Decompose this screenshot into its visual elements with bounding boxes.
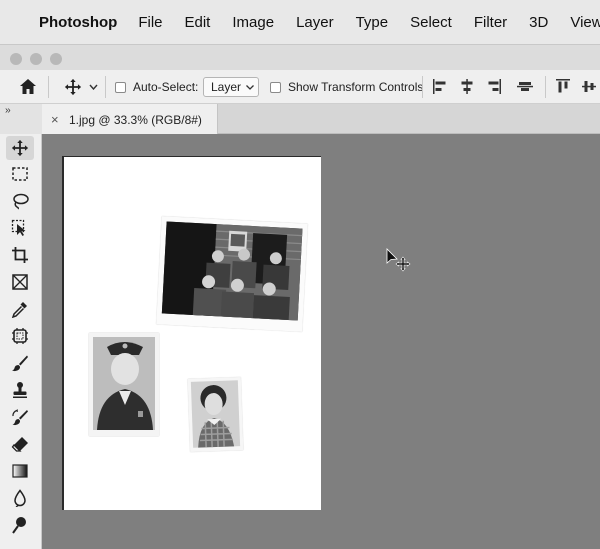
group-photo[interactable] [156, 216, 308, 332]
eyedropper-icon [11, 302, 27, 318]
divider [422, 76, 423, 98]
document-tab[interactable]: × 1.jpg @ 33.3% (RGB/8#) [42, 104, 218, 134]
auto-select-checkbox[interactable] [115, 82, 126, 93]
collapse-panel-button[interactable]: ›› [5, 105, 11, 116]
menu-view[interactable]: View [570, 14, 600, 31]
divider [105, 76, 106, 98]
document-canvas[interactable] [62, 156, 321, 510]
tools-panel [0, 134, 42, 549]
history-brush-tool[interactable] [6, 405, 34, 429]
menu-edit[interactable]: Edit [185, 14, 211, 31]
blur-tool[interactable] [6, 486, 34, 510]
align-right-edges-icon[interactable] [486, 78, 502, 95]
group-photo-image [156, 216, 308, 332]
girl-portrait-image [187, 377, 244, 452]
menu-file[interactable]: File [138, 14, 162, 31]
chevron-down-icon [246, 85, 254, 90]
spot-healing-tool[interactable] [6, 324, 34, 348]
menu-type[interactable]: Type [356, 14, 389, 31]
dodge-icon [12, 517, 26, 534]
officer-portrait-photo[interactable] [89, 333, 159, 436]
blur-icon [14, 489, 26, 507]
eraser-tool[interactable] [6, 432, 34, 456]
window-title-bar [0, 44, 600, 70]
rectangle-marquee-icon [12, 167, 28, 181]
lasso-icon [13, 193, 29, 210]
move-cursor-icon [386, 248, 411, 272]
align-horizontal-centers-icon[interactable] [459, 78, 475, 95]
object-selection-tool[interactable] [6, 216, 34, 240]
home-icon[interactable] [19, 78, 37, 95]
history-brush-icon [12, 409, 28, 426]
stamp-icon [13, 382, 27, 398]
object-selection-icon [11, 219, 26, 236]
auto-select-target-value: Layer [211, 80, 242, 94]
frame-tool[interactable] [6, 270, 34, 294]
brush-icon [12, 355, 28, 372]
auto-select-target-dropdown[interactable]: Layer [203, 77, 259, 97]
crop-tool[interactable] [6, 243, 34, 267]
girl-portrait-photo[interactable] [187, 377, 244, 452]
chevron-down-icon[interactable] [89, 84, 98, 90]
divider [545, 76, 546, 98]
tools-panel-header: ›› [0, 104, 42, 134]
eraser-icon [11, 437, 28, 452]
show-transform-controls-checkbox[interactable] [270, 82, 281, 93]
menu-bar: Photoshop File Edit Image Layer Type Sel… [0, 0, 600, 44]
menu-select[interactable]: Select [410, 14, 452, 31]
officer-portrait-image [89, 333, 159, 436]
menu-layer[interactable]: Layer [296, 14, 334, 31]
gradient-tool[interactable] [6, 459, 34, 483]
frame-icon [12, 274, 28, 290]
distribute-vertical-centers-icon[interactable] [581, 78, 597, 95]
brush-tool[interactable] [6, 351, 34, 375]
marquee-tool[interactable] [6, 162, 34, 186]
zoom-window-button[interactable] [50, 53, 62, 65]
align-left-edges-icon[interactable] [432, 78, 448, 95]
bandage-icon [12, 328, 28, 344]
align-vertical-centers-icon[interactable] [516, 78, 534, 95]
dodge-tool[interactable] [6, 513, 34, 537]
auto-select-label: Auto-Select: [133, 80, 199, 94]
lasso-tool[interactable] [6, 189, 34, 213]
gradient-icon [12, 464, 28, 478]
clone-stamp-tool[interactable] [6, 378, 34, 402]
crop-icon [12, 247, 28, 263]
options-bar: Auto-Select: Layer Show Transform Contro… [0, 70, 600, 104]
divider [48, 76, 49, 98]
menu-filter[interactable]: Filter [474, 14, 507, 31]
app-menu[interactable]: Photoshop [39, 14, 117, 31]
minimize-window-button[interactable] [30, 53, 42, 65]
move-icon [11, 139, 29, 157]
move-tool-preset-icon[interactable] [63, 78, 83, 96]
eyedropper-tool[interactable] [6, 297, 34, 321]
canvas-area[interactable] [42, 134, 600, 549]
menu-image[interactable]: Image [232, 14, 274, 31]
show-transform-controls-label: Show Transform Controls [288, 80, 424, 94]
document-tab-title: 1.jpg @ 33.3% (RGB/8#) [69, 113, 202, 127]
menu-3d[interactable]: 3D [529, 14, 548, 31]
close-tab-icon[interactable]: × [51, 112, 59, 127]
close-window-button[interactable] [10, 53, 22, 65]
align-top-edges-icon[interactable] [555, 78, 571, 95]
move-tool[interactable] [6, 136, 34, 160]
document-tab-bar: × 1.jpg @ 33.3% (RGB/8#) [42, 104, 600, 134]
